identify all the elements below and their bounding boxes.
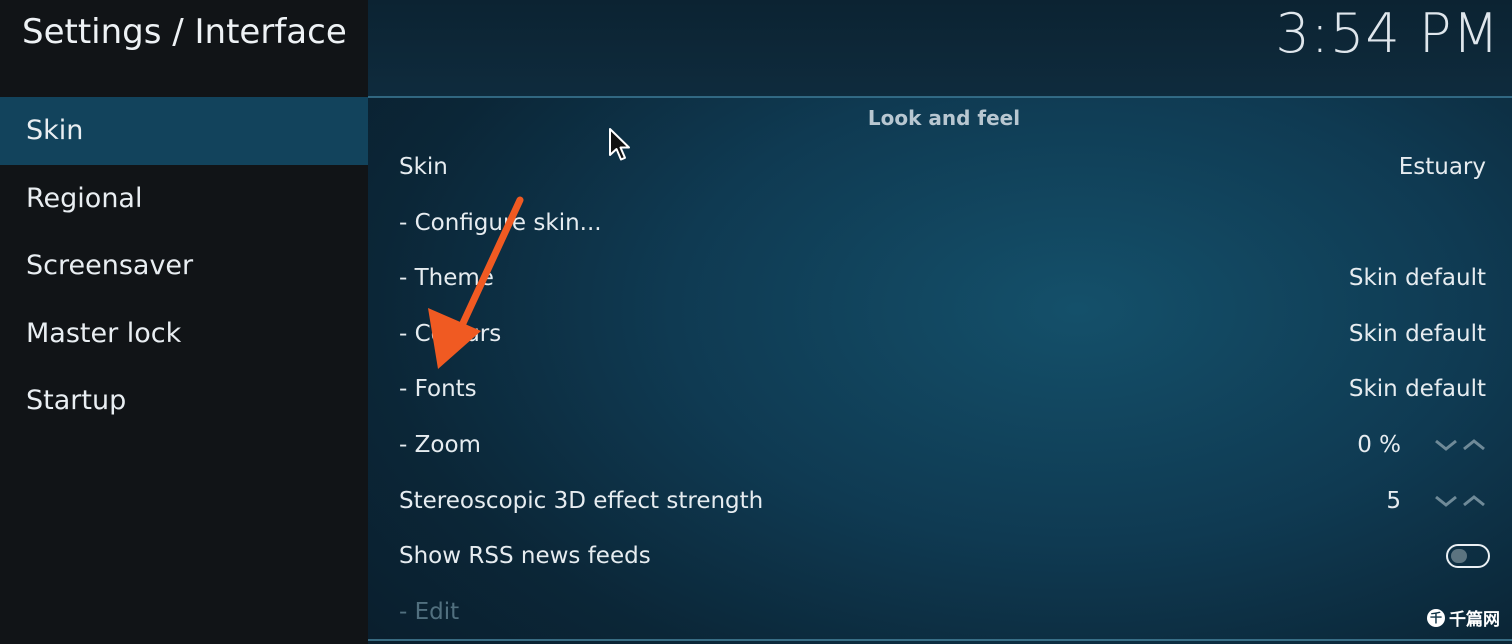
setting-label: - Configure skin... [399,209,602,236]
setting-label: - Fonts [399,376,477,403]
setting-skin[interactable]: Skin Estuary [368,140,1512,196]
setting-configure-skin[interactable]: - Configure skin... [368,196,1512,252]
settings-panel: 3:54 PM Look and feel Skin Estuary - Con… [368,0,1512,644]
setting-colours[interactable]: - Colours Skin default [368,307,1512,363]
mouse-pointer-icon [609,128,630,161]
chevron-down-icon [1435,495,1457,507]
sidebar-item-skin[interactable]: Skin [0,97,368,165]
setting-value: 5 [1386,487,1401,514]
sidebar-item-regional[interactable]: Regional [0,165,368,233]
page-title: Settings / Interface [22,12,347,52]
setting-value: 0 % [1357,431,1401,458]
setting-value: Estuary [1398,154,1486,180]
left-panel: Settings / Interface Skin Regional Scree… [0,0,368,644]
watermark-logo-icon: 千 [1427,608,1445,627]
chevron-down-icon [1435,439,1457,451]
setting-stereoscopic-strength[interactable]: Stereoscopic 3D effect strength 5 [368,474,1512,530]
clock: 3:54 PM [1275,2,1500,65]
sidebar-item-master-lock[interactable]: Master lock [0,300,368,368]
kodi-settings-screen: Settings / Interface Skin Regional Scree… [0,0,1512,644]
rss-toggle[interactable] [1446,544,1490,569]
settings-list: Skin Estuary - Configure skin... - Theme… [368,140,1512,640]
setting-label: - Edit [399,598,460,625]
setting-label: Skin [399,154,448,180]
toggle-knob [1451,549,1467,564]
chevron-up-icon [1463,494,1485,506]
setting-value: Skin default [1348,265,1486,292]
sidebar-nav: Skin Regional Screensaver Master lock St… [0,97,368,435]
setting-edit: - Edit [368,585,1512,641]
setting-zoom[interactable]: - Zoom 0 % [368,418,1512,474]
sidebar-item-screensaver[interactable]: Screensaver [0,232,368,300]
setting-theme[interactable]: - Theme Skin default [368,251,1512,307]
setting-fonts[interactable]: - Fonts Skin default [368,362,1512,418]
setting-label: Stereoscopic 3D effect strength [399,487,764,514]
setting-label: - Zoom [399,431,481,458]
watermark-text: 千篇网 [1449,610,1500,630]
spinner-control[interactable] [1434,494,1486,508]
setting-value: Skin default [1348,320,1486,347]
setting-value: Skin default [1348,376,1486,403]
divider [368,96,1512,98]
sidebar-item-startup[interactable]: Startup [0,367,368,435]
setting-show-rss[interactable]: Show RSS news feeds [368,529,1512,585]
section-title: Look and feel [867,106,1021,130]
setting-label: Show RSS news feeds [399,543,651,570]
setting-label: - Theme [399,265,494,292]
divider [368,639,1512,641]
spinner-control[interactable] [1434,438,1486,452]
chevron-up-icon [1463,439,1485,451]
setting-label: - Colours [399,320,502,347]
watermark: 千 千篇网 [1427,605,1500,630]
